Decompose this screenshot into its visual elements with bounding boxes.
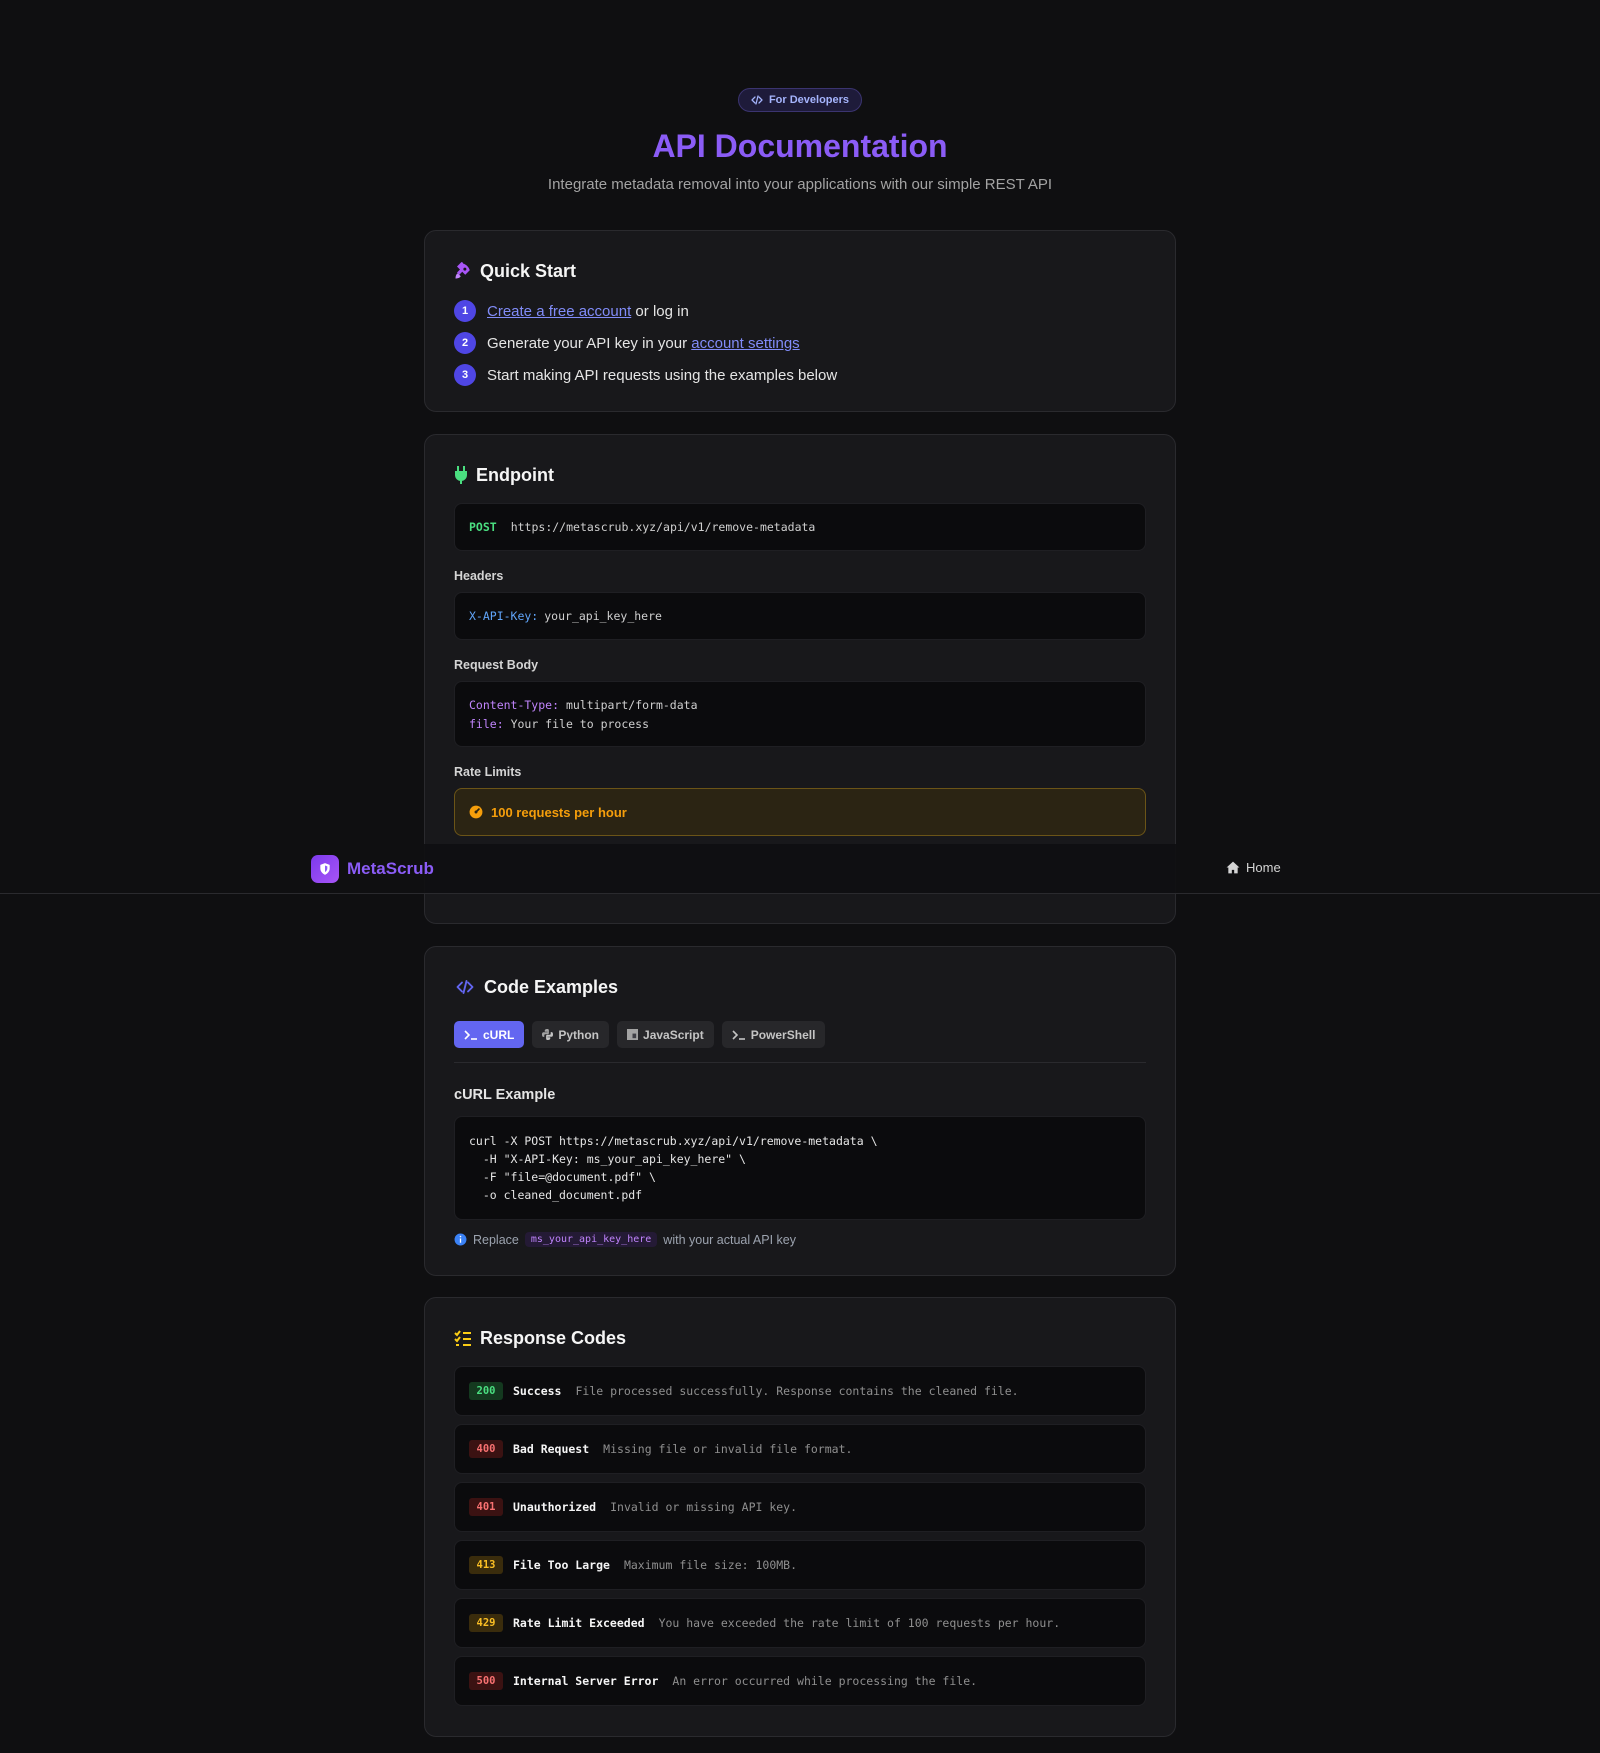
account-settings-link[interactable]: account settings (691, 335, 799, 352)
code-icon (751, 95, 763, 105)
response-codes-list: 200 Success File processed successfully.… (454, 1366, 1146, 1706)
nav-home-link[interactable]: Home (1226, 860, 1281, 875)
request-body-label: Request Body (454, 658, 539, 672)
rocket-icon (455, 262, 470, 279)
tab-javascript[interactable]: JavaScript (617, 1021, 714, 1048)
rate-limits-label: Rate Limits (454, 765, 522, 779)
endpoint-url: https://metascrub.xyz/api/v1/remove-meta… (510, 520, 816, 534)
response-code-row: 429 Rate Limit Exceeded You have exceede… (454, 1598, 1146, 1648)
headers-box: X-API-Key: your_api_key_here (454, 592, 1146, 640)
checklist-icon (454, 1330, 471, 1346)
endpoint-title: Endpoint (454, 463, 1146, 487)
response-code-row: 400 Bad Request Missing file or invalid … (454, 1424, 1146, 1474)
status-badge: 500 (469, 1672, 503, 1690)
tab-python[interactable]: Python (532, 1021, 610, 1048)
status-badge: 401 (469, 1498, 503, 1516)
shield-logo-icon (311, 855, 339, 883)
brand-name: MetaScrub (347, 859, 434, 878)
language-tabs: cURL Python JavaScript PowerShell (454, 1021, 1146, 1063)
create-account-link[interactable]: Create a free account (487, 303, 631, 320)
code-examples-card: Code Examples cURL Python JavaScript Pow… (424, 946, 1176, 1276)
endpoint-url-box: POST https://metascrub.xyz/api/v1/remove… (454, 503, 1146, 551)
status-badge: 400 (469, 1440, 503, 1458)
gauge-icon (469, 805, 483, 819)
developers-badge: For Developers (737, 88, 863, 112)
response-code-row: 401 Unauthorized Invalid or missing API … (454, 1482, 1146, 1532)
api-key-placeholder-code: ms_your_api_key_here (524, 1232, 658, 1247)
example-title: cURL Example (454, 1087, 556, 1103)
response-code-row: 200 Success File processed successfully.… (454, 1366, 1146, 1416)
terminal-icon (464, 1029, 477, 1040)
plug-icon (455, 466, 467, 484)
step-item: 1 Create a free account or log in (454, 295, 1146, 327)
header-key: X-API-Key: (469, 609, 539, 623)
brand-link[interactable]: MetaScrub (311, 855, 434, 883)
response-code-row: 413 File Too Large Maximum file size: 10… (454, 1540, 1146, 1590)
response-code-row: 500 Internal Server Error An error occur… (454, 1656, 1146, 1706)
page-title: API Documentation (652, 128, 948, 164)
home-icon (1226, 861, 1240, 874)
info-icon (454, 1233, 467, 1246)
terminal-icon (732, 1029, 745, 1040)
tab-powershell[interactable]: PowerShell (721, 1021, 826, 1048)
status-badge: 413 (469, 1556, 503, 1574)
quick-start-card: Quick Start 1 Create a free account or l… (424, 230, 1176, 412)
response-codes-title: Response Codes (454, 1326, 1146, 1350)
step-item: 3 Start making API requests using the ex… (454, 359, 1146, 391)
api-key-hint: Replace ms_your_api_key_here with your a… (454, 1232, 1146, 1247)
header-value: your_api_key_here (544, 609, 662, 623)
quick-start-title: Quick Start (454, 259, 1146, 283)
step-number: 2 (454, 332, 476, 354)
javascript-icon (627, 1029, 639, 1040)
step-number: 1 (454, 300, 476, 322)
headers-label: Headers (454, 569, 504, 583)
hero: For Developers API Documentation Integra… (0, 88, 1600, 193)
request-body-box: Content-Type: multipart/form-data file: … (454, 681, 1146, 747)
top-navbar: MetaScrub Home (0, 844, 1600, 894)
tab-curl[interactable]: cURL (454, 1021, 525, 1048)
code-examples-title: Code Examples (454, 975, 1146, 999)
curl-code-block: curl -X POST https://metascrub.xyz/api/v… (454, 1116, 1146, 1220)
status-badge: 429 (469, 1614, 503, 1632)
status-badge: 200 (469, 1382, 503, 1400)
code-icon (456, 980, 474, 994)
badge-label: For Developers (768, 94, 850, 106)
quick-start-steps: 1 Create a free account or log in 2 Gene… (454, 295, 1146, 391)
step-number: 3 (454, 364, 476, 386)
page-subtitle: Integrate metadata removal into your app… (547, 176, 1053, 193)
http-method: POST (469, 520, 497, 534)
rate-limit-box: 100 requests per hour (454, 788, 1146, 836)
response-codes-card: Response Codes 200 Success File processe… (424, 1297, 1176, 1737)
python-icon (542, 1029, 554, 1040)
step-item: 2 Generate your API key in your account … (454, 327, 1146, 359)
